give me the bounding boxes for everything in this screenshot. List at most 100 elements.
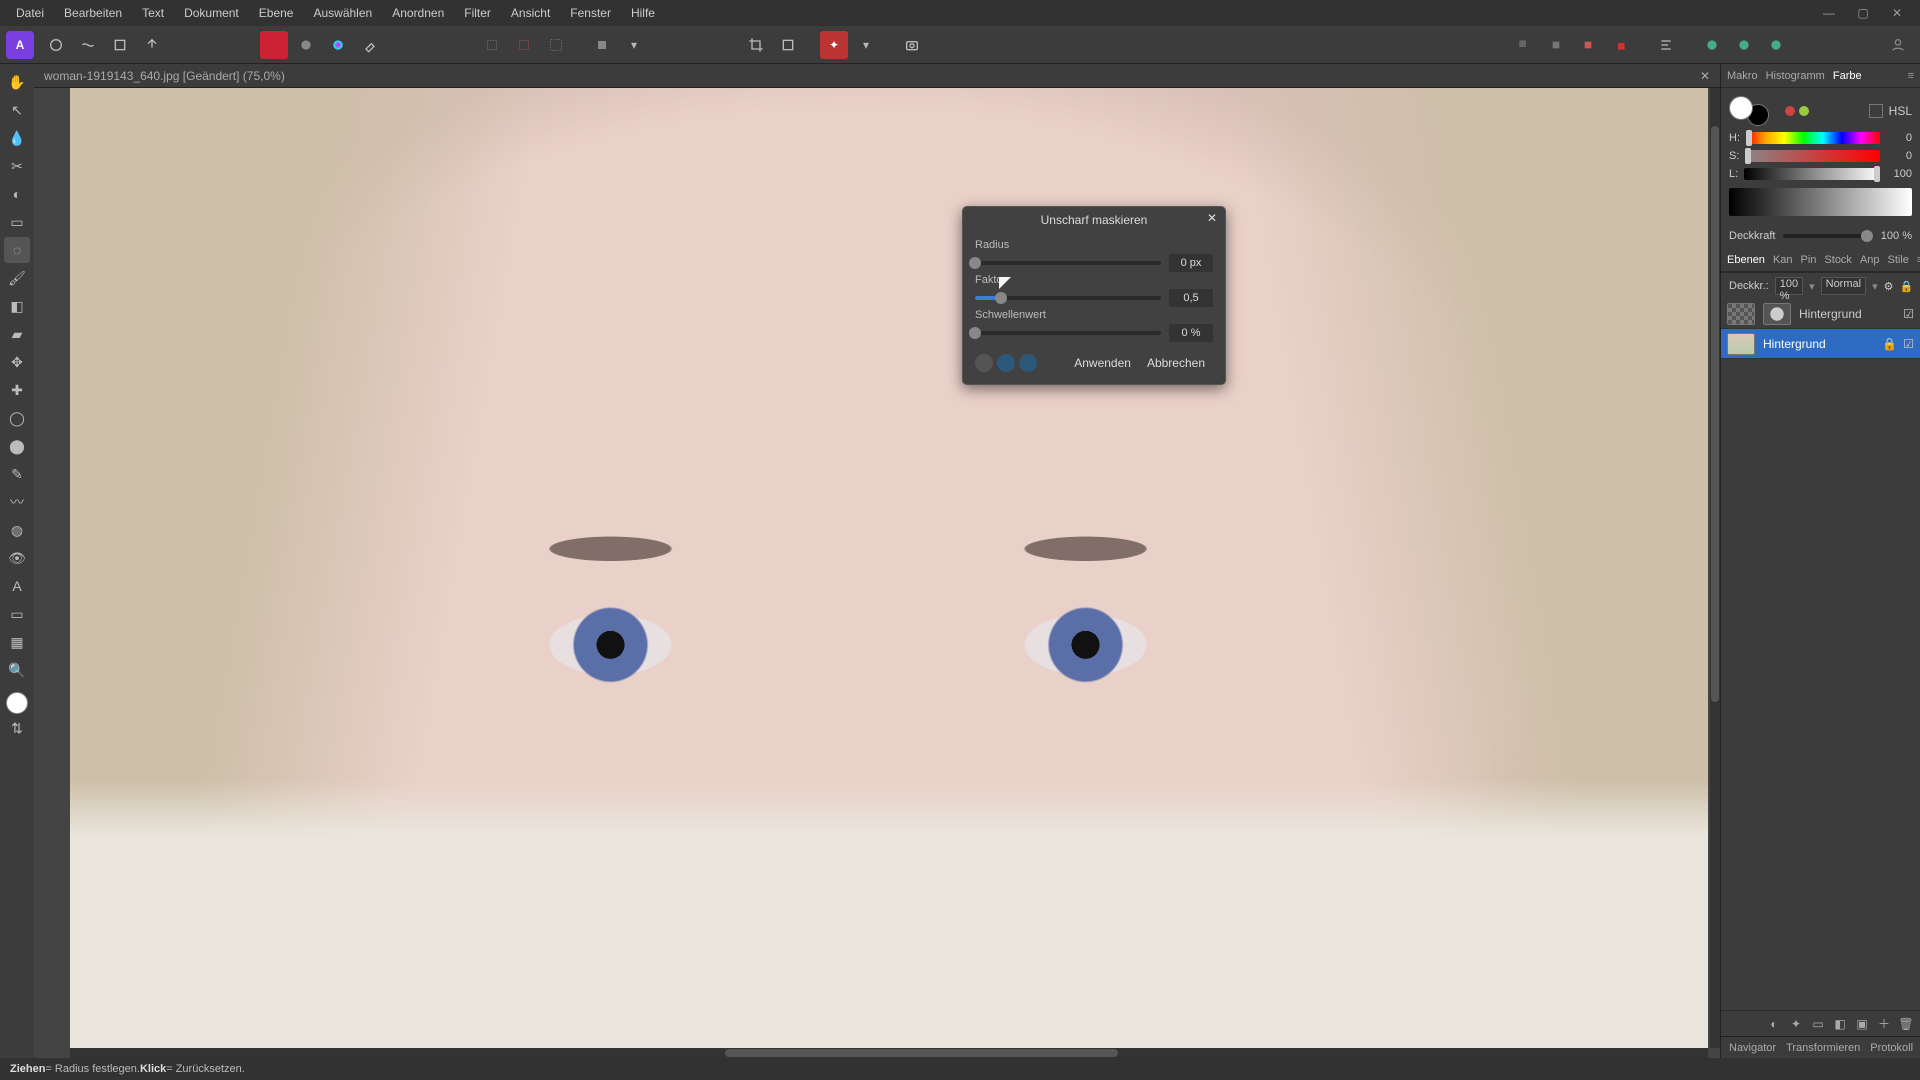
canvas-viewport[interactable] bbox=[34, 88, 1720, 1058]
align-icon[interactable] bbox=[1652, 31, 1680, 59]
radius-value[interactable]: 0 px bbox=[1169, 254, 1213, 272]
swatch-grey-icon[interactable] bbox=[292, 31, 320, 59]
layer-lock-icon[interactable]: 🔒 bbox=[1882, 337, 1897, 351]
recent-color-icon[interactable] bbox=[1799, 106, 1809, 116]
swatch-color-icon[interactable] bbox=[260, 31, 288, 59]
vertical-scrollbar[interactable] bbox=[1710, 88, 1720, 1048]
faktor-slider[interactable] bbox=[975, 296, 1161, 300]
erase-tool-icon[interactable]: ◧ bbox=[4, 293, 30, 319]
sponge-tool-icon[interactable]: ◍ bbox=[4, 517, 30, 543]
menu-ansicht[interactable]: Ansicht bbox=[501, 2, 560, 24]
menu-dokument[interactable]: Dokument bbox=[174, 2, 249, 24]
blend-mode-select[interactable]: Normal bbox=[1821, 277, 1866, 295]
lig-slider[interactable] bbox=[1744, 168, 1880, 180]
recent-color-icon[interactable] bbox=[1785, 106, 1795, 116]
app-logo-icon[interactable]: A bbox=[6, 31, 34, 59]
layer-mask2-icon[interactable]: ▭ bbox=[1810, 1016, 1826, 1032]
menu-auswaehlen[interactable]: Auswählen bbox=[303, 2, 382, 24]
window-min-icon[interactable]: — bbox=[1812, 6, 1846, 20]
menu-ebene[interactable]: Ebene bbox=[249, 2, 304, 24]
account-icon[interactable] bbox=[1884, 31, 1912, 59]
swatch-multi-icon[interactable] bbox=[324, 31, 352, 59]
layer-adjust-icon[interactable]: ◐ bbox=[1766, 1016, 1782, 1032]
hue-slider[interactable] bbox=[1746, 132, 1880, 144]
assistant-icon[interactable]: ✦ bbox=[820, 31, 848, 59]
zoom-tool-icon[interactable]: 🔍 bbox=[4, 657, 30, 683]
sat-slider[interactable] bbox=[1745, 150, 1880, 162]
layer-thumb-icon[interactable] bbox=[1727, 303, 1755, 325]
persona-develop-icon[interactable] bbox=[106, 31, 134, 59]
snap-icon[interactable] bbox=[1698, 31, 1726, 59]
layer-lock-icon[interactable]: 🔒 bbox=[1899, 280, 1913, 293]
layer-thumb-icon[interactable] bbox=[1727, 333, 1755, 355]
layer-vis-icon[interactable]: ☑ bbox=[1903, 307, 1914, 321]
layer-row[interactable]: Hintergrund ☑ bbox=[1721, 299, 1920, 329]
quickmask-icon[interactable] bbox=[588, 31, 616, 59]
select-all-icon[interactable] bbox=[542, 31, 570, 59]
select-none-icon[interactable] bbox=[478, 31, 506, 59]
marquee-tool-icon[interactable]: ▭ bbox=[4, 209, 30, 235]
color-gradient[interactable] bbox=[1729, 188, 1912, 216]
swap-swatch-icon[interactable]: ⇅ bbox=[4, 715, 30, 741]
document-tab[interactable]: woman-1919143_640.jpg [Geändert] (75,0%)… bbox=[34, 64, 1720, 88]
clone-tool-icon[interactable]: ✥ bbox=[4, 349, 30, 375]
preview-after-icon[interactable] bbox=[1019, 354, 1037, 372]
redeye-tool-icon[interactable]: 👁 bbox=[4, 545, 30, 571]
menu-bearbeiten[interactable]: Bearbeiten bbox=[54, 2, 132, 24]
layer-mask3-icon[interactable]: ◧ bbox=[1832, 1016, 1848, 1032]
resize-icon[interactable] bbox=[774, 31, 802, 59]
flood-select-tool-icon[interactable]: ◌ bbox=[4, 237, 30, 263]
tab-anp[interactable]: Anp bbox=[1860, 254, 1880, 266]
tab-makro[interactable]: Makro bbox=[1727, 70, 1758, 82]
snap3-icon[interactable] bbox=[1762, 31, 1790, 59]
move-tool-icon[interactable]: ↖ bbox=[4, 97, 30, 123]
arrange-front-icon[interactable] bbox=[1606, 31, 1634, 59]
blur-tool-icon[interactable]: ⬤ bbox=[4, 433, 30, 459]
layer-row[interactable]: Hintergrund 🔒☑ bbox=[1721, 329, 1920, 359]
menu-text[interactable]: Text bbox=[132, 2, 174, 24]
tab-farbe[interactable]: Farbe bbox=[1833, 70, 1862, 82]
preview-split-icon[interactable] bbox=[975, 354, 993, 372]
opacity-slider[interactable] bbox=[1783, 234, 1872, 238]
tab-kan[interactable]: Kan bbox=[1773, 254, 1793, 266]
color-model-box-icon[interactable] bbox=[1869, 104, 1883, 118]
layer-opacity-value[interactable]: 100 % bbox=[1775, 277, 1803, 295]
tab-pin[interactable]: Pin bbox=[1801, 254, 1817, 266]
document-close-icon[interactable]: ✕ bbox=[1700, 69, 1710, 83]
dodge-tool-icon[interactable]: ◯ bbox=[4, 405, 30, 431]
pen-tool-icon[interactable]: ✎ bbox=[4, 461, 30, 487]
layer-fx2-icon[interactable]: ✦ bbox=[1788, 1016, 1804, 1032]
quickmask-dropdown-icon[interactable]: ▾ bbox=[620, 31, 648, 59]
mesh-tool-icon[interactable]: ▦ bbox=[4, 629, 30, 655]
faktor-value[interactable]: 0,5 bbox=[1169, 289, 1213, 307]
schwelle-slider[interactable] bbox=[975, 331, 1161, 335]
layer-del-icon[interactable]: 🗑 bbox=[1898, 1016, 1914, 1032]
apply-button[interactable]: Anwenden bbox=[1066, 352, 1139, 374]
tab-stile[interactable]: Stile bbox=[1888, 254, 1909, 266]
color-swatch-pair[interactable] bbox=[1729, 96, 1769, 126]
layer-fx-icon[interactable]: ⚙ bbox=[1884, 280, 1894, 293]
swatch-picker-icon[interactable] bbox=[356, 31, 384, 59]
menu-fenster[interactable]: Fenster bbox=[560, 2, 621, 24]
colorpicker-tool-icon[interactable]: 💧 bbox=[4, 125, 30, 151]
menu-datei[interactable]: Datei bbox=[6, 2, 54, 24]
tab-ebenen[interactable]: Ebenen bbox=[1727, 254, 1765, 266]
layer-vis-icon[interactable]: ☑ bbox=[1903, 337, 1914, 351]
heal-tool-icon[interactable]: ✚ bbox=[4, 377, 30, 403]
color-mode-label[interactable]: HSL bbox=[1889, 104, 1912, 118]
panel-menu-icon[interactable]: ≡ bbox=[1908, 70, 1914, 82]
tab-histogramm[interactable]: Histogramm bbox=[1766, 70, 1825, 82]
brush-tool-icon[interactable]: 🖌 bbox=[4, 265, 30, 291]
tab-protokoll[interactable]: Protokoll bbox=[1870, 1042, 1913, 1054]
hand-tool-icon[interactable]: ✋ bbox=[4, 69, 30, 95]
dialog-close-icon[interactable]: ✕ bbox=[1207, 211, 1217, 225]
persona-liquify-icon[interactable] bbox=[74, 31, 102, 59]
foreground-swatch[interactable] bbox=[6, 692, 28, 714]
snap2-icon[interactable] bbox=[1730, 31, 1758, 59]
persona-photo-icon[interactable] bbox=[42, 31, 70, 59]
window-close-icon[interactable]: ✕ bbox=[1880, 6, 1914, 20]
cancel-button[interactable]: Abbrechen bbox=[1139, 352, 1213, 374]
radius-slider[interactable] bbox=[975, 261, 1161, 265]
persona-export-icon[interactable] bbox=[138, 31, 166, 59]
tab-stock[interactable]: Stock bbox=[1824, 254, 1852, 266]
